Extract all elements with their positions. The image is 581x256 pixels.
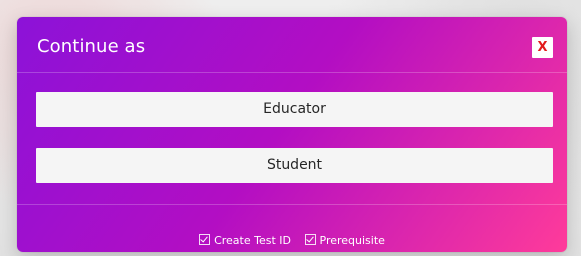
- prerequisite-label: Prerequisite: [319, 234, 385, 247]
- modal-title: Continue as: [37, 36, 146, 57]
- modal-header: Continue as X: [17, 17, 567, 73]
- continue-as-modal: Continue as X Educator Student Create Te…: [17, 17, 567, 252]
- prerequisite-option[interactable]: Prerequisite: [304, 234, 385, 247]
- create-test-id-checkbox[interactable]: [199, 234, 211, 245]
- create-test-id-option[interactable]: Create Test ID: [199, 234, 291, 247]
- modal-footer: Create Test ID Prerequisite: [17, 204, 567, 252]
- educator-button[interactable]: Educator: [36, 92, 553, 127]
- student-button[interactable]: Student: [36, 148, 553, 183]
- create-test-id-label: Create Test ID: [214, 234, 291, 247]
- close-button[interactable]: X: [532, 37, 553, 58]
- options-row: Create Test ID Prerequisite: [17, 234, 567, 247]
- prerequisite-checkbox[interactable]: [304, 234, 316, 245]
